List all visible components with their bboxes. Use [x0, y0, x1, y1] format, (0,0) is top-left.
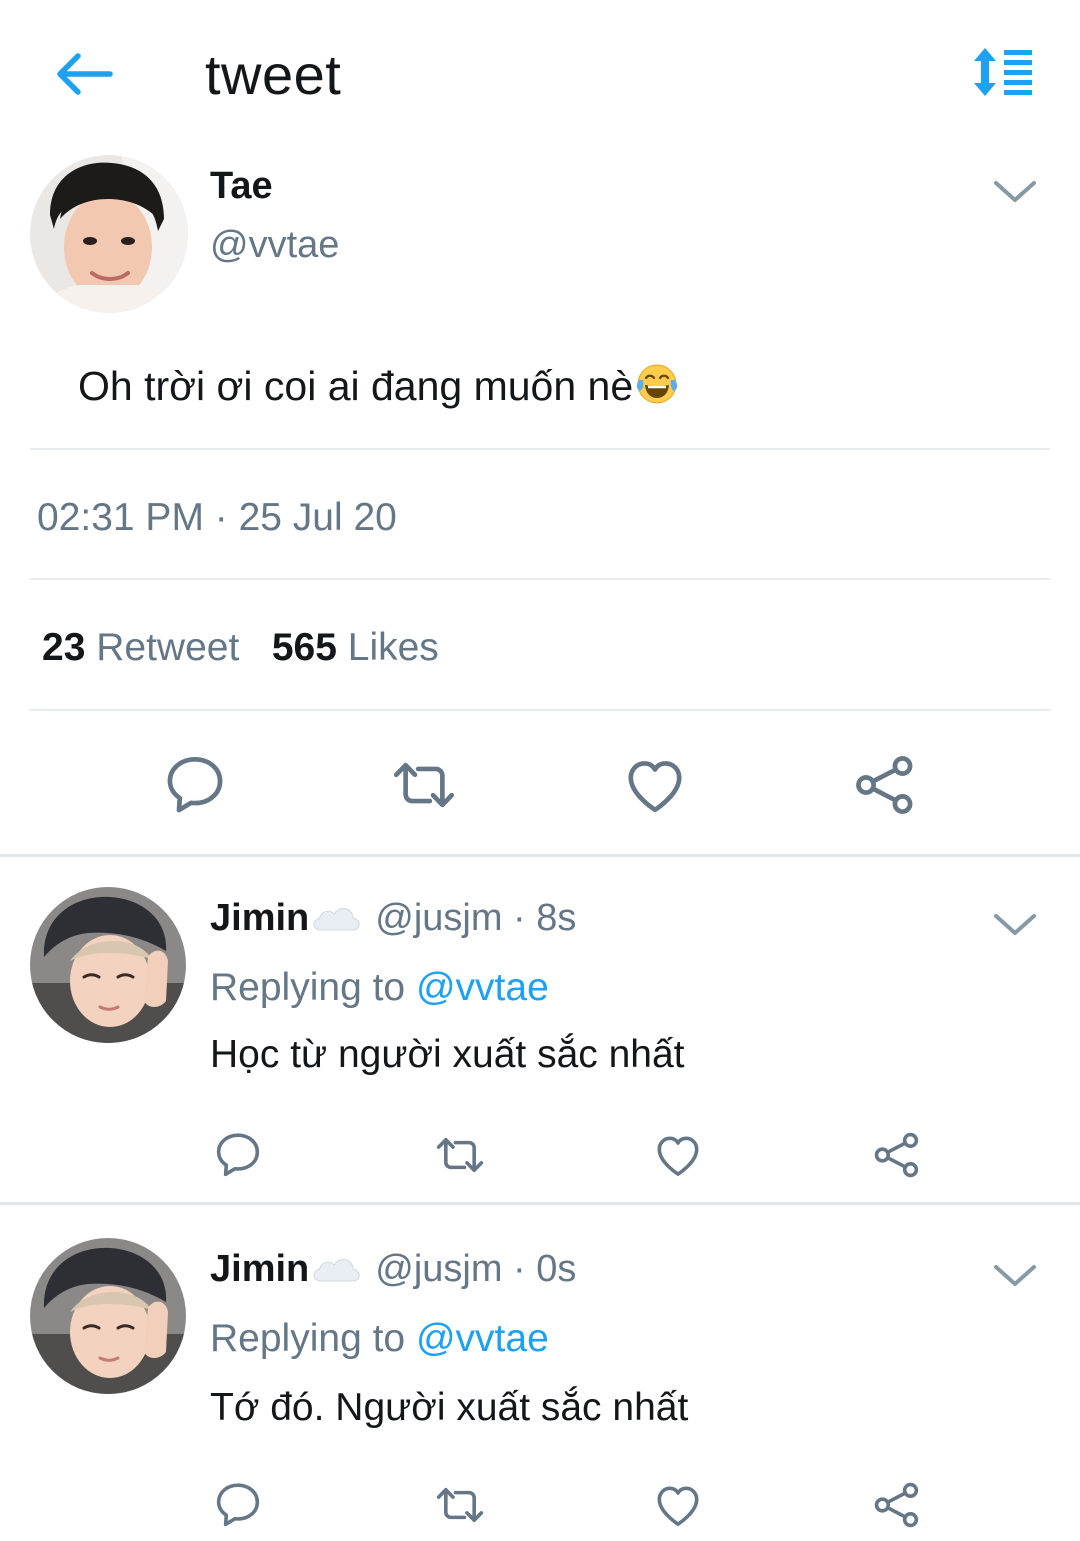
reply-button[interactable]	[160, 750, 230, 825]
share-button[interactable]	[850, 750, 920, 825]
divider	[30, 448, 1050, 450]
reply-options-button[interactable]	[992, 910, 1038, 940]
reply-icon	[211, 1478, 265, 1532]
reply-author[interactable]: Jimin @jusjm · 8s	[210, 897, 576, 940]
tweet-text: Oh trời ơi coi ai đang muốn nè	[78, 362, 679, 410]
retweet-button[interactable]	[432, 1478, 488, 1537]
share-icon	[870, 1128, 924, 1182]
divider	[30, 578, 1050, 580]
like-button[interactable]	[651, 1128, 705, 1187]
like-count: 565	[271, 626, 337, 669]
tweet-options-button[interactable]	[992, 177, 1038, 207]
retweet-stat[interactable]: 23 Retweet	[42, 626, 239, 669]
reply-options-button[interactable]	[992, 1261, 1038, 1291]
cloud-icon	[311, 1255, 361, 1285]
reply-text: Tớ đó. Người xuất sắc nhất	[210, 1386, 689, 1429]
reply-author[interactable]: Jimin @jusjm · 0s	[210, 1248, 576, 1291]
mention-link[interactable]: @vvtae	[416, 966, 549, 1009]
face-with-tears-of-joy-icon	[637, 364, 678, 404]
retweet-label: Retweet	[96, 626, 240, 669]
profile-photo	[30, 887, 186, 1043]
arrow-left-icon	[57, 53, 113, 95]
author-name[interactable]: Tae	[210, 165, 273, 208]
top-bar: tweet	[0, 0, 1080, 140]
heart-icon	[620, 750, 690, 820]
reply-meta: @jusjm · 8s	[375, 897, 577, 939]
tweet-text-content: Oh trời ơi coi ai đang muốn nè	[78, 363, 634, 409]
retweet-icon	[388, 750, 460, 820]
avatar[interactable]	[30, 155, 188, 313]
back-button[interactable]	[52, 48, 116, 100]
replying-label: Replying to	[210, 966, 406, 1009]
share-icon	[850, 750, 920, 820]
reply-author-name: Jimin	[210, 897, 310, 939]
sort-button[interactable]	[968, 46, 1038, 98]
section-divider	[0, 1202, 1080, 1205]
retweet-button[interactable]	[388, 750, 460, 825]
reply-meta: @jusjm · 0s	[375, 1248, 577, 1290]
retweet-icon	[432, 1128, 488, 1182]
heart-icon	[651, 1128, 705, 1182]
profile-photo	[30, 1238, 186, 1394]
avatar[interactable]	[30, 887, 186, 1043]
page-title: tweet	[205, 43, 342, 106]
share-button[interactable]	[870, 1128, 924, 1187]
share-icon	[870, 1478, 924, 1532]
share-button[interactable]	[870, 1478, 924, 1537]
like-button[interactable]	[651, 1478, 705, 1537]
reply-button[interactable]	[211, 1478, 265, 1537]
tweet-timestamp: 02:31 PM · 25 Jul 20	[37, 496, 397, 539]
divider	[30, 709, 1050, 711]
mention-link[interactable]: @vvtae	[416, 1317, 549, 1360]
chevron-down-icon	[992, 177, 1038, 207]
section-divider	[0, 854, 1080, 857]
reply-icon	[211, 1128, 265, 1182]
tweet-stats: 23 Retweet 565 Likes	[42, 626, 439, 670]
replying-label: Replying to	[210, 1317, 406, 1360]
like-button[interactable]	[620, 750, 690, 825]
chevron-down-icon	[992, 910, 1038, 940]
reply-button[interactable]	[211, 1128, 265, 1187]
like-stat[interactable]: 565 Likes	[272, 626, 439, 669]
chevron-down-icon	[992, 1261, 1038, 1291]
avatar[interactable]	[30, 1238, 186, 1394]
like-label: Likes	[347, 626, 439, 669]
retweet-button[interactable]	[432, 1128, 488, 1187]
heart-icon	[651, 1478, 705, 1532]
sort-list-icon	[974, 48, 1032, 96]
reply-author-name: Jimin	[210, 1248, 310, 1290]
profile-photo	[30, 155, 188, 313]
cloud-icon	[311, 904, 361, 934]
reply-text: Học từ người xuất sắc nhất	[210, 1033, 685, 1076]
replying-to: Replying to @vvtae	[210, 966, 549, 1010]
retweet-icon	[432, 1478, 488, 1532]
reply-icon	[160, 750, 230, 820]
replying-to: Replying to @vvtae	[210, 1317, 549, 1361]
author-handle[interactable]: @vvtae	[210, 224, 339, 267]
retweet-count: 23	[42, 626, 86, 669]
